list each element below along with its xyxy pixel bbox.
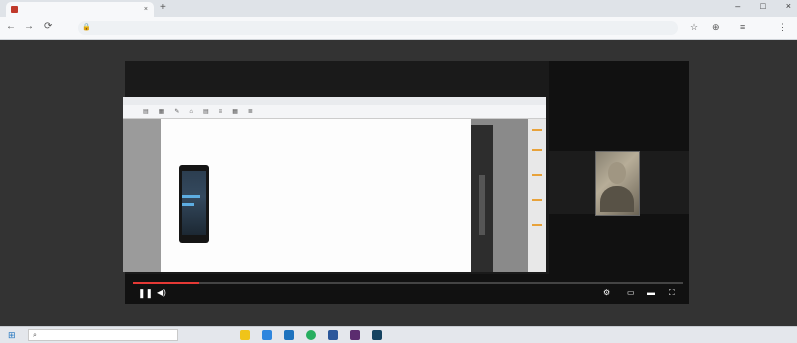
youtube-favicon-icon xyxy=(11,6,18,13)
app-icon[interactable] xyxy=(372,330,382,340)
phone-image xyxy=(179,165,209,243)
document-scrollbar[interactable] xyxy=(528,119,546,272)
theater-mode-icon[interactable]: ▬ xyxy=(647,288,655,297)
start-button-icon[interactable]: ⊞ xyxy=(8,330,16,341)
close-window-button[interactable]: × xyxy=(786,1,791,11)
reload-button[interactable]: ⟳ xyxy=(44,21,52,32)
settings-icon[interactable]: ⚙ xyxy=(603,288,610,297)
scroll-marker xyxy=(532,224,542,226)
search-icon: ⌕ xyxy=(33,332,37,339)
new-tab-button[interactable]: + xyxy=(160,2,166,13)
document-page xyxy=(161,119,471,272)
document-ribbon: ▤ ▦ ✎ ⌂ ▤ ≡ ▦ ≣ xyxy=(123,105,546,119)
file-explorer-icon[interactable] xyxy=(240,330,250,340)
browser-tab[interactable]: × xyxy=(6,2,154,17)
ribbon-icon: ≡ xyxy=(218,108,223,115)
app-icon[interactable] xyxy=(350,330,360,340)
back-button[interactable]: ← xyxy=(6,21,16,32)
scroll-marker xyxy=(532,129,542,131)
fullscreen-icon[interactable]: ⛶ xyxy=(669,288,675,298)
windows-taskbar: ⊞ ⌕ xyxy=(0,326,797,343)
presenter-body xyxy=(600,186,634,212)
volume-icon[interactable]: ◀) xyxy=(157,288,166,297)
document-side-panel xyxy=(471,125,493,272)
maximize-button[interactable]: □ xyxy=(760,1,765,11)
tab-close-icon[interactable]: × xyxy=(144,6,148,13)
phone-bar xyxy=(182,203,194,206)
address-bar[interactable]: 🔒 xyxy=(78,21,678,35)
webcam-overlay xyxy=(595,151,640,216)
browser-menu-icon[interactable]: ⋮ xyxy=(778,22,787,33)
ribbon-icon: ▦ xyxy=(158,109,165,115)
ribbon-icon: ▤ xyxy=(203,109,209,115)
player-controls: ❚❚ ◀) ⚙ ▭ ▬ ⛶ xyxy=(133,287,683,303)
lock-icon: 🔒 xyxy=(82,24,91,31)
pause-button[interactable]: ❚❚ xyxy=(138,288,153,299)
scroll-marker xyxy=(532,149,542,151)
extension-icon[interactable]: ⊕ xyxy=(712,22,720,33)
edge-icon[interactable] xyxy=(262,330,272,340)
scroll-marker xyxy=(532,174,542,176)
progress-bar[interactable] xyxy=(133,282,683,284)
side-panel-label xyxy=(479,175,485,235)
browser-tab-strip: × + – □ × xyxy=(0,0,797,17)
document-margin xyxy=(123,119,161,272)
ribbon-icon: ▦ xyxy=(232,109,238,115)
ribbon-icon: ✎ xyxy=(174,109,180,115)
store-icon[interactable] xyxy=(284,330,294,340)
ribbon-icon: ⌂ xyxy=(189,108,193,115)
taskbar-search-input[interactable]: ⌕ xyxy=(28,329,178,341)
document-title-bar xyxy=(123,97,546,105)
browser-toolbar: ← → ⟳ 🔒 ☆ ⊕ ≡ ⋮ xyxy=(0,17,797,40)
chrome-icon[interactable] xyxy=(306,330,316,340)
ribbon-icon: ≣ xyxy=(247,109,253,115)
shared-document-window: ▤ ▦ ✎ ⌂ ▤ ≡ ▦ ≣ xyxy=(123,97,546,272)
ribbon-icon: ▤ xyxy=(143,109,149,115)
progress-fill xyxy=(133,282,199,284)
window-controls: – □ × xyxy=(735,1,791,11)
miniplayer-icon[interactable]: ▭ xyxy=(627,288,635,297)
document-body xyxy=(123,119,546,272)
phone-bar xyxy=(182,195,200,198)
minimize-button[interactable]: – xyxy=(735,1,740,11)
forward-button[interactable]: → xyxy=(24,21,34,32)
bookmark-star-icon[interactable]: ☆ xyxy=(690,22,698,33)
scroll-marker xyxy=(532,199,542,201)
presenter-head xyxy=(608,162,626,184)
reading-list-icon[interactable]: ≡ xyxy=(740,22,745,32)
word-icon[interactable] xyxy=(328,330,338,340)
